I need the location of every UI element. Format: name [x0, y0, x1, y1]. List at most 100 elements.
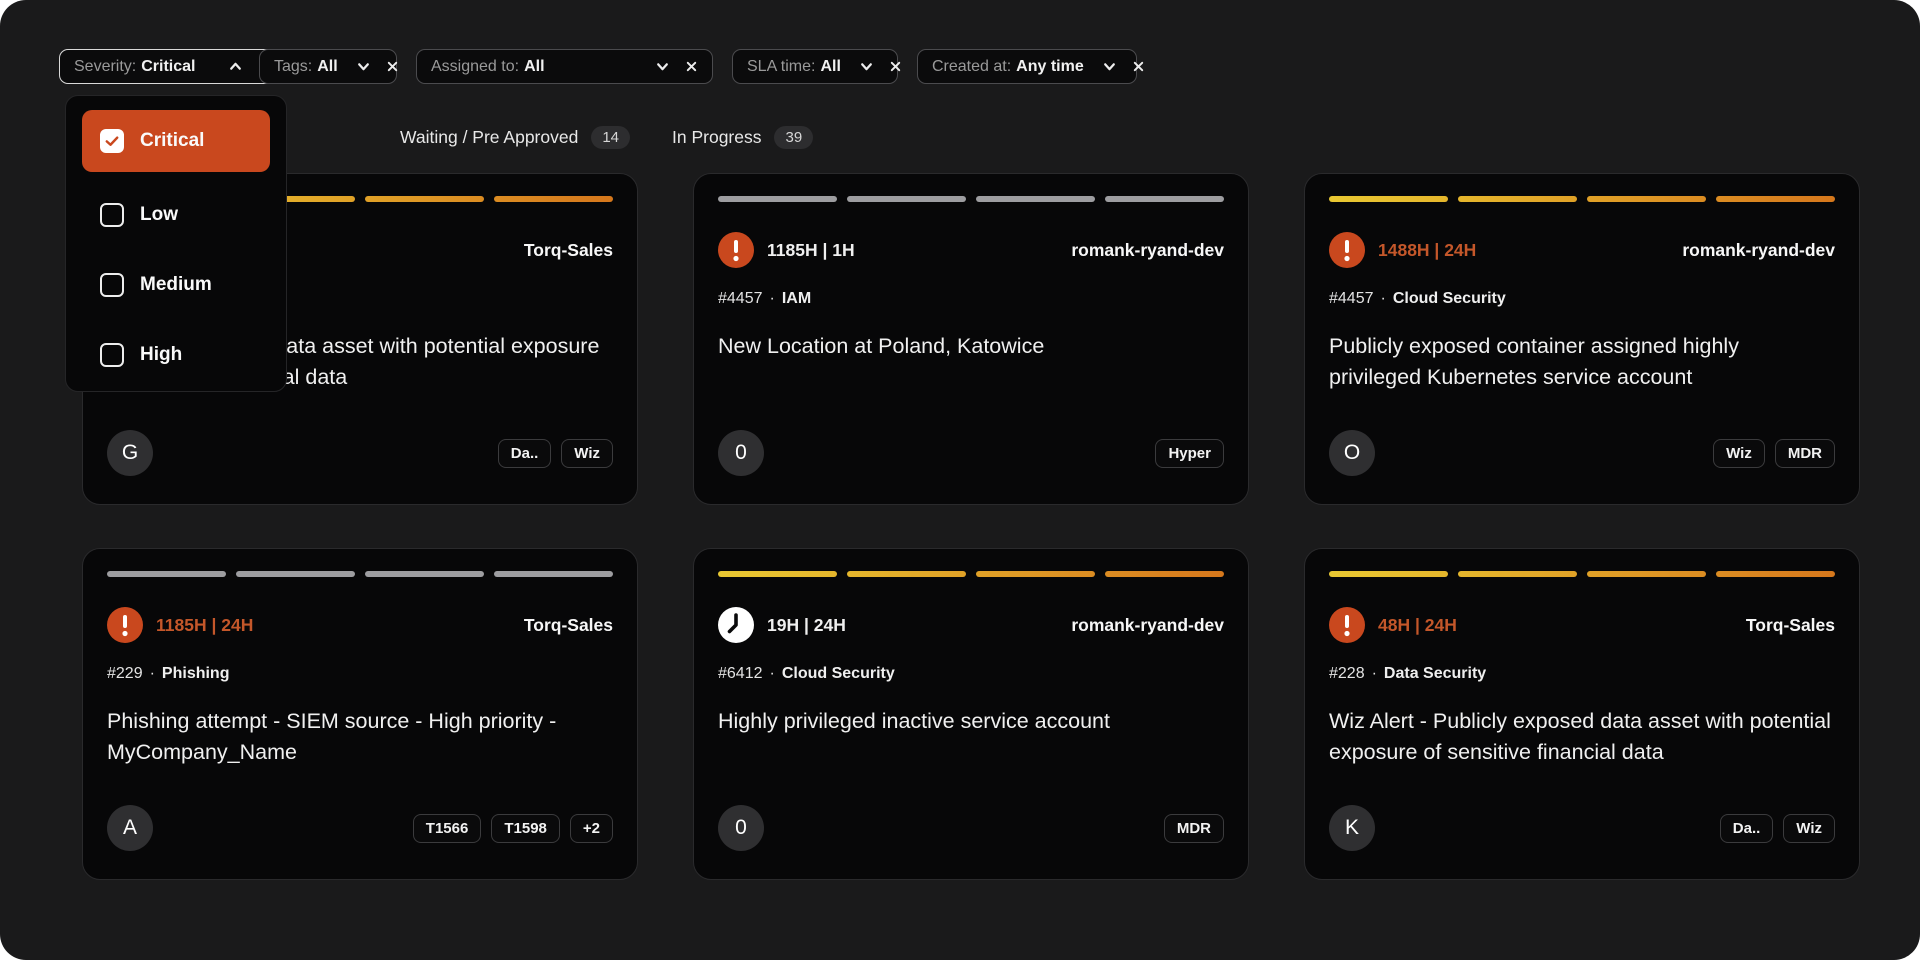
filter-chip-tags[interactable]: Tags: All	[259, 49, 397, 84]
tag-pill: MDR	[1775, 439, 1835, 468]
project-name: romank-ryand-dev	[1071, 615, 1224, 636]
incident-category: Data Security	[1384, 665, 1486, 683]
incident-card[interactable]: 1488H | 24H romank-ryand-dev #4457 · Clo…	[1304, 173, 1860, 505]
project-name: Torq-Sales	[1746, 615, 1835, 636]
checkbox-unchecked-icon[interactable]	[100, 273, 124, 297]
incident-card[interactable]: 1185H | 1H romank-ryand-dev #4457 · IAM …	[693, 173, 1249, 505]
incident-title: Highly privileged inactive service accou…	[718, 706, 1224, 737]
tag-pill: Wiz	[1713, 439, 1765, 468]
incident-card[interactable]: 1185H | 24H Torq-Sales #229 · Phishing P…	[82, 548, 638, 880]
filter-label: Severity:	[74, 58, 136, 76]
column-header-in-progress: In Progress 39	[672, 126, 813, 149]
incident-ref: #229	[107, 665, 143, 683]
filter-value: All	[524, 58, 544, 76]
sla-time: 19H | 24H	[767, 615, 846, 636]
incident-card[interactable]: 48H | 24H Torq-Sales #228 · Data Securit…	[1304, 548, 1860, 880]
project-name: Torq-Sales	[524, 240, 613, 261]
close-icon[interactable]	[1132, 60, 1145, 73]
alert-icon	[1329, 232, 1365, 268]
avatar: O	[1329, 430, 1375, 476]
column-header-waiting-pre-approved: Waiting / Pre Approved 14	[400, 126, 630, 149]
tag-pill: Wiz	[561, 439, 613, 468]
avatar: K	[1329, 805, 1375, 851]
incident-ref: #4457	[718, 290, 763, 308]
incident-title: Wiz Alert - Publicly exposed data asset …	[1329, 706, 1835, 768]
dropdown-option-label: Critical	[140, 130, 204, 152]
filter-chip-sla-time[interactable]: SLA time: All	[732, 49, 898, 84]
separator-dot: ·	[150, 665, 155, 683]
chevron-down-icon[interactable]	[859, 59, 874, 74]
incident-title: Publicly exposed container assigned high…	[1329, 331, 1835, 393]
avatar: 0	[718, 430, 764, 476]
filter-chip-severity[interactable]: Severity: Critical	[59, 49, 286, 84]
filter-value: All	[820, 58, 840, 76]
avatar: 0	[718, 805, 764, 851]
filter-chip-created-at[interactable]: Created at: Any time	[917, 49, 1137, 84]
separator-dot: ·	[1381, 290, 1386, 308]
checkbox-unchecked-icon[interactable]	[100, 343, 124, 367]
chevron-down-icon[interactable]	[356, 59, 371, 74]
separator-dot: ·	[1372, 665, 1377, 683]
avatar: G	[107, 430, 153, 476]
incident-category: IAM	[782, 290, 811, 308]
close-icon[interactable]	[386, 60, 399, 73]
sla-time: 1185H | 24H	[156, 615, 253, 636]
dropdown-option-critical[interactable]: Critical	[82, 110, 270, 172]
alert-icon	[718, 232, 754, 268]
close-icon[interactable]	[685, 60, 698, 73]
filter-value: Any time	[1016, 58, 1084, 76]
sla-time: 48H | 24H	[1378, 615, 1457, 636]
sla-progress-bar	[107, 571, 613, 577]
column-label: In Progress	[672, 127, 761, 148]
sla-progress-bar	[718, 196, 1224, 202]
dropdown-option-high[interactable]: High	[82, 320, 270, 390]
chevron-down-icon[interactable]	[1102, 59, 1117, 74]
clock-icon	[718, 607, 754, 643]
filter-label: SLA time:	[747, 58, 815, 76]
incident-title: New Location at Poland, Katowice	[718, 331, 1224, 362]
sla-progress-bar	[1329, 196, 1835, 202]
separator-dot: ·	[770, 665, 775, 683]
sla-time: 1488H | 24H	[1378, 240, 1476, 261]
close-icon[interactable]	[889, 60, 902, 73]
tag-pill: Da..	[498, 439, 552, 468]
incident-ref: #6412	[718, 665, 763, 683]
incident-card[interactable]: 19H | 24H romank-ryand-dev #6412 · Cloud…	[693, 548, 1249, 880]
tag-pill: Hyper	[1155, 439, 1224, 468]
filter-value: Critical	[141, 58, 195, 76]
filter-chip-assigned-to[interactable]: Assigned to: All	[416, 49, 713, 84]
incident-ref: #4457	[1329, 290, 1374, 308]
checkbox-unchecked-icon[interactable]	[100, 203, 124, 227]
column-label: Waiting / Pre Approved	[400, 127, 578, 148]
filter-label: Assigned to:	[431, 58, 519, 76]
dropdown-option-label: Medium	[140, 274, 212, 296]
filter-label: Created at:	[932, 58, 1011, 76]
chevron-down-icon[interactable]	[655, 59, 670, 74]
incident-category: Phishing	[162, 665, 230, 683]
filter-label: Tags:	[274, 58, 312, 76]
avatar: A	[107, 805, 153, 851]
tag-pill: Da..	[1720, 814, 1774, 843]
sla-progress-bar	[718, 571, 1224, 577]
checkbox-checked-icon[interactable]	[100, 129, 124, 153]
tag-pill: MDR	[1164, 814, 1224, 843]
dropdown-option-medium[interactable]: Medium	[82, 250, 270, 320]
tag-pill: Wiz	[1783, 814, 1835, 843]
tag-pill-more[interactable]: +2	[570, 814, 613, 843]
dropdown-option-label: High	[140, 344, 182, 366]
incident-category: Cloud Security	[782, 665, 895, 683]
tag-pill: T1566	[413, 814, 482, 843]
project-name: Torq-Sales	[524, 615, 613, 636]
project-name: romank-ryand-dev	[1071, 240, 1224, 261]
project-name: romank-ryand-dev	[1682, 240, 1835, 261]
dropdown-option-low[interactable]: Low	[82, 180, 270, 250]
incident-title: Phishing attempt - SIEM source - High pr…	[107, 706, 613, 768]
severity-dropdown-menu: Critical Low Medium High	[65, 95, 287, 392]
sla-time: 1185H | 1H	[767, 240, 855, 261]
sla-progress-bar	[1329, 571, 1835, 577]
alert-icon	[1329, 607, 1365, 643]
incidents-board: Severity: Critical Tags: All Assigned to…	[0, 0, 1920, 960]
chevron-up-icon[interactable]	[228, 59, 243, 74]
dropdown-option-label: Low	[140, 204, 178, 226]
column-count-badge: 14	[591, 126, 630, 149]
